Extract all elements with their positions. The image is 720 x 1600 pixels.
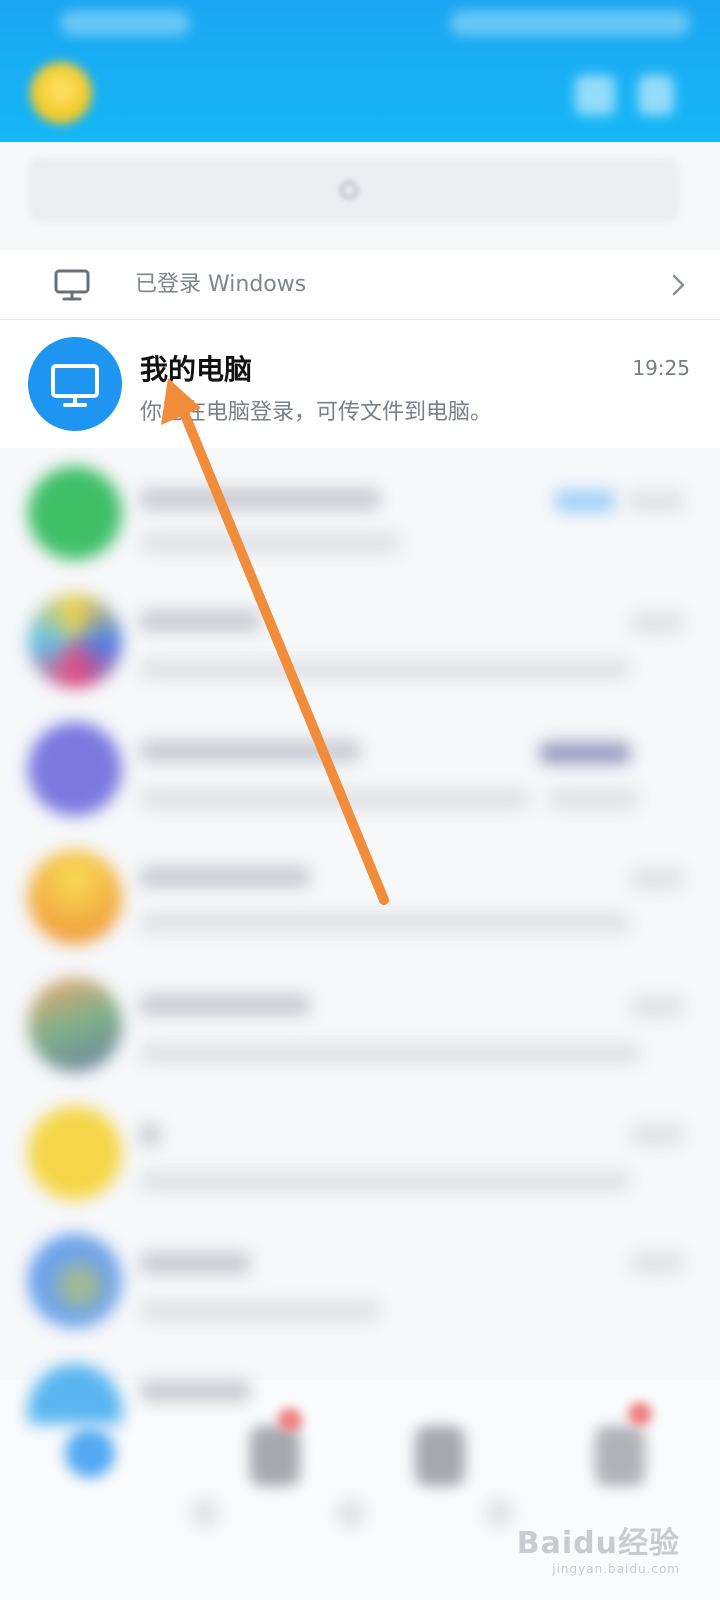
- tab-me[interactable]: [585, 1420, 655, 1510]
- blurred-title: [140, 488, 380, 510]
- header-action-icon[interactable]: [575, 75, 615, 115]
- tab-messages[interactable]: [55, 1420, 125, 1510]
- app-header: [0, 0, 720, 142]
- blurred-time: [630, 868, 684, 890]
- status-bar-left: [60, 10, 190, 36]
- conversation-title: 我的电脑: [140, 353, 253, 386]
- watermark: Baidu经验 jingyan.baidu.com: [517, 1518, 680, 1576]
- search-icon: [340, 181, 358, 199]
- chevron-right-icon: [672, 274, 685, 296]
- blurred-time: [630, 996, 684, 1018]
- conversation-list: 我的电脑 你已在电脑登录，可传文件到电脑。 19:25: [0, 320, 720, 1344]
- blurred-preview: [140, 532, 400, 554]
- blurred-tag: [540, 742, 630, 764]
- conversation-row-blurred[interactable]: [0, 960, 720, 1088]
- conversation-preview: 你已在电脑登录，可传文件到电脑。: [140, 400, 493, 425]
- conversation-avatar: [28, 594, 122, 688]
- blurred-title: [140, 610, 260, 632]
- blurred-preview: [140, 1042, 640, 1064]
- blurred-preview: [140, 1300, 380, 1322]
- conversation-time: 19:25: [632, 356, 690, 380]
- nav-recent[interactable]: [484, 1498, 514, 1528]
- logged-in-label: 已登录 Windows: [135, 272, 307, 297]
- conversation-row-blurred[interactable]: [0, 704, 720, 832]
- blurred-preview: [140, 912, 630, 934]
- watermark-logo: Baidu经验: [516, 1526, 680, 1561]
- conversation-avatar: [28, 978, 122, 1072]
- tab-moments[interactable]: [405, 1420, 475, 1510]
- conversation-row-blurred[interactable]: [0, 832, 720, 960]
- blurred-title: [140, 1380, 250, 1402]
- add-icon[interactable]: [638, 75, 674, 115]
- partial-avatar: [28, 1364, 122, 1424]
- conversation-avatar: [28, 1106, 122, 1200]
- conversation-row-blurred[interactable]: [0, 576, 720, 704]
- search-bar[interactable]: [28, 158, 680, 222]
- blurred-time: [628, 490, 684, 512]
- nav-back[interactable]: [190, 1498, 220, 1528]
- blurred-badge: [555, 490, 615, 512]
- profile-avatar[interactable]: [30, 62, 92, 124]
- blurred-time: [630, 1252, 684, 1274]
- tab-contacts[interactable]: [240, 1420, 310, 1510]
- monitor-icon: [51, 364, 99, 407]
- status-bar-right: [450, 10, 690, 36]
- conversation-row-blurred[interactable]: [0, 1088, 720, 1216]
- conversation-avatar: [28, 722, 122, 816]
- blurred-preview: [140, 1170, 630, 1192]
- logged-in-windows-banner[interactable]: 已登录 Windows: [0, 250, 720, 320]
- blurred-title: [140, 1124, 160, 1146]
- blurred-preview: [140, 788, 530, 810]
- conversation-avatar: [28, 1234, 122, 1328]
- blurred-preview: [140, 658, 630, 680]
- monitor-icon: [54, 269, 90, 301]
- conversation-row-blurred[interactable]: [0, 1216, 720, 1344]
- notification-dot: [628, 1402, 652, 1426]
- blurred-meta: [548, 788, 638, 810]
- blurred-title: [140, 1252, 250, 1274]
- my-computer-avatar: [28, 337, 122, 431]
- blurred-time: [630, 1124, 684, 1146]
- conversation-row-blurred[interactable]: [0, 448, 720, 576]
- watermark-url: jingyan.baidu.com: [552, 1562, 680, 1576]
- blurred-title: [140, 740, 360, 762]
- nav-home[interactable]: [336, 1498, 366, 1528]
- conversation-avatar: [28, 850, 122, 944]
- blurred-time: [630, 612, 684, 634]
- conversation-avatar: [28, 466, 122, 560]
- conversation-my-computer[interactable]: 我的电脑 你已在电脑登录，可传文件到电脑。 19:25: [0, 320, 720, 448]
- blurred-title: [140, 866, 310, 888]
- notification-dot: [278, 1408, 302, 1432]
- blurred-title: [140, 994, 310, 1016]
